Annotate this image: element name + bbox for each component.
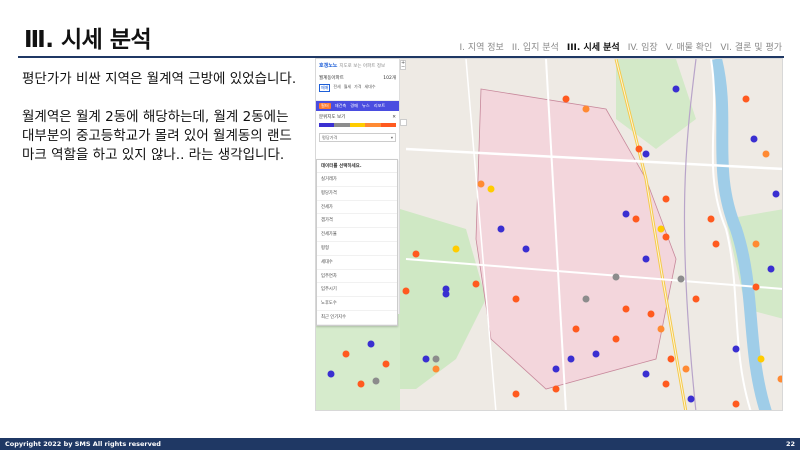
paragraph-1: 평단가가 비싼 지역은 월계역 근방에 있었습니다. (22, 71, 297, 87)
map-news-tab[interactable]: 뉴스 (362, 103, 370, 109)
map-tab-households[interactable]: 세대수 (365, 84, 376, 92)
dropdown-option[interactable]: 노후도수 (317, 297, 397, 311)
copyright-text: Copyright 2022 by SMS All rights reserve… (5, 440, 161, 448)
dropdown-option[interactable]: 전세가 (317, 201, 397, 215)
dropdown-option[interactable]: 세대수 (317, 256, 397, 270)
dropdown-option[interactable]: 입주연차 (317, 270, 397, 284)
footer-bar: Copyright 2022 by SMS All rights reserve… (0, 438, 800, 450)
nav-item-1[interactable]: I. 지역 정보 (459, 40, 503, 53)
nav-item-6[interactable]: VI. 결론 및 평가 (720, 40, 782, 53)
paragraph-2: 월계역은 월계 2동에 해당하는데, 월계 2동에는 대부분의 중고등학교가 몰… (22, 109, 292, 163)
nav-item-5[interactable]: V. 매물 확인 (666, 40, 713, 53)
map-sidebar-panel: 호갱노노 지도로 보는 아파트 정보 월계동아파트 102개 매매 전세 월세 가… (316, 59, 400, 326)
nav-item-4[interactable]: IV. 임장 (628, 40, 658, 53)
dropdown-option[interactable]: 실거래가 (317, 173, 397, 187)
page-number: 22 (785, 440, 795, 448)
map-auction-tab[interactable]: 경매 (350, 103, 358, 109)
dropdown-header: 데이터를 선택하세요. (317, 160, 397, 173)
dropdown-option[interactable]: 갭가격 (317, 214, 397, 229)
nav-item-3-active[interactable]: III. 시세 분석 (567, 40, 620, 53)
dropdown-option[interactable]: 최근 인기지수 (317, 311, 397, 325)
map-tab-jeonse[interactable]: 전세 (333, 84, 340, 92)
body-text: 평단가가 비싼 지역은 월계역 근방에 있었습니다. 월계역은 월계 2동에 해… (22, 70, 304, 184)
data-select[interactable]: 평당가격 ▾ (319, 133, 396, 142)
data-dropdown-menu: 데이터를 선택하세요. 실거래가 평당가격 전세가 갭가격 전세가율 평형 세대… (316, 159, 398, 326)
dropdown-option[interactable]: 평형 (317, 242, 397, 256)
map-screenshot: 호갱노노 지도로 보는 아파트 정보 월계동아파트 102개 매매 전세 월세 가… (315, 58, 783, 411)
map-tab-sale[interactable]: 매매 (319, 84, 331, 92)
color-legend-bar (319, 123, 397, 127)
map-address-count: 102개 (383, 76, 396, 81)
map-rebuild-tab[interactable]: 재건축 (335, 103, 347, 109)
distribution-map-label: 분위지도 보기 (319, 115, 346, 120)
map-tab-price[interactable]: 가격 (354, 84, 361, 92)
map-layer-button[interactable] (400, 119, 407, 126)
dropdown-option[interactable]: 입주시기 (317, 283, 397, 298)
map-tab-wolse[interactable]: 월세 (344, 84, 351, 92)
nav-item-2[interactable]: II. 입지 분석 (512, 40, 559, 53)
map-filter-bar: 필터 재건축 경매 뉴스 리포트 (316, 101, 399, 111)
map-zoom-control[interactable]: + − (400, 60, 406, 70)
map-app-logo: 호갱노노 지도로 보는 아파트 정보 (319, 63, 386, 69)
map-filter-tab[interactable]: 필터 (319, 103, 331, 109)
dropdown-option[interactable]: 평당가격 (317, 187, 397, 201)
dropdown-option[interactable]: 전세가율 (317, 228, 397, 242)
chevron-down-icon: ▾ (390, 135, 393, 140)
map-report-tab[interactable]: 리포트 (374, 103, 386, 109)
section-nav: I. 지역 정보 II. 입지 분석 III. 시세 분석 IV. 임장 V. … (459, 40, 782, 53)
slide-title: Ⅲ. 시세 분석 (24, 27, 152, 53)
close-icon[interactable]: ✕ (392, 115, 396, 120)
map-address-label[interactable]: 월계동아파트 (319, 75, 344, 81)
